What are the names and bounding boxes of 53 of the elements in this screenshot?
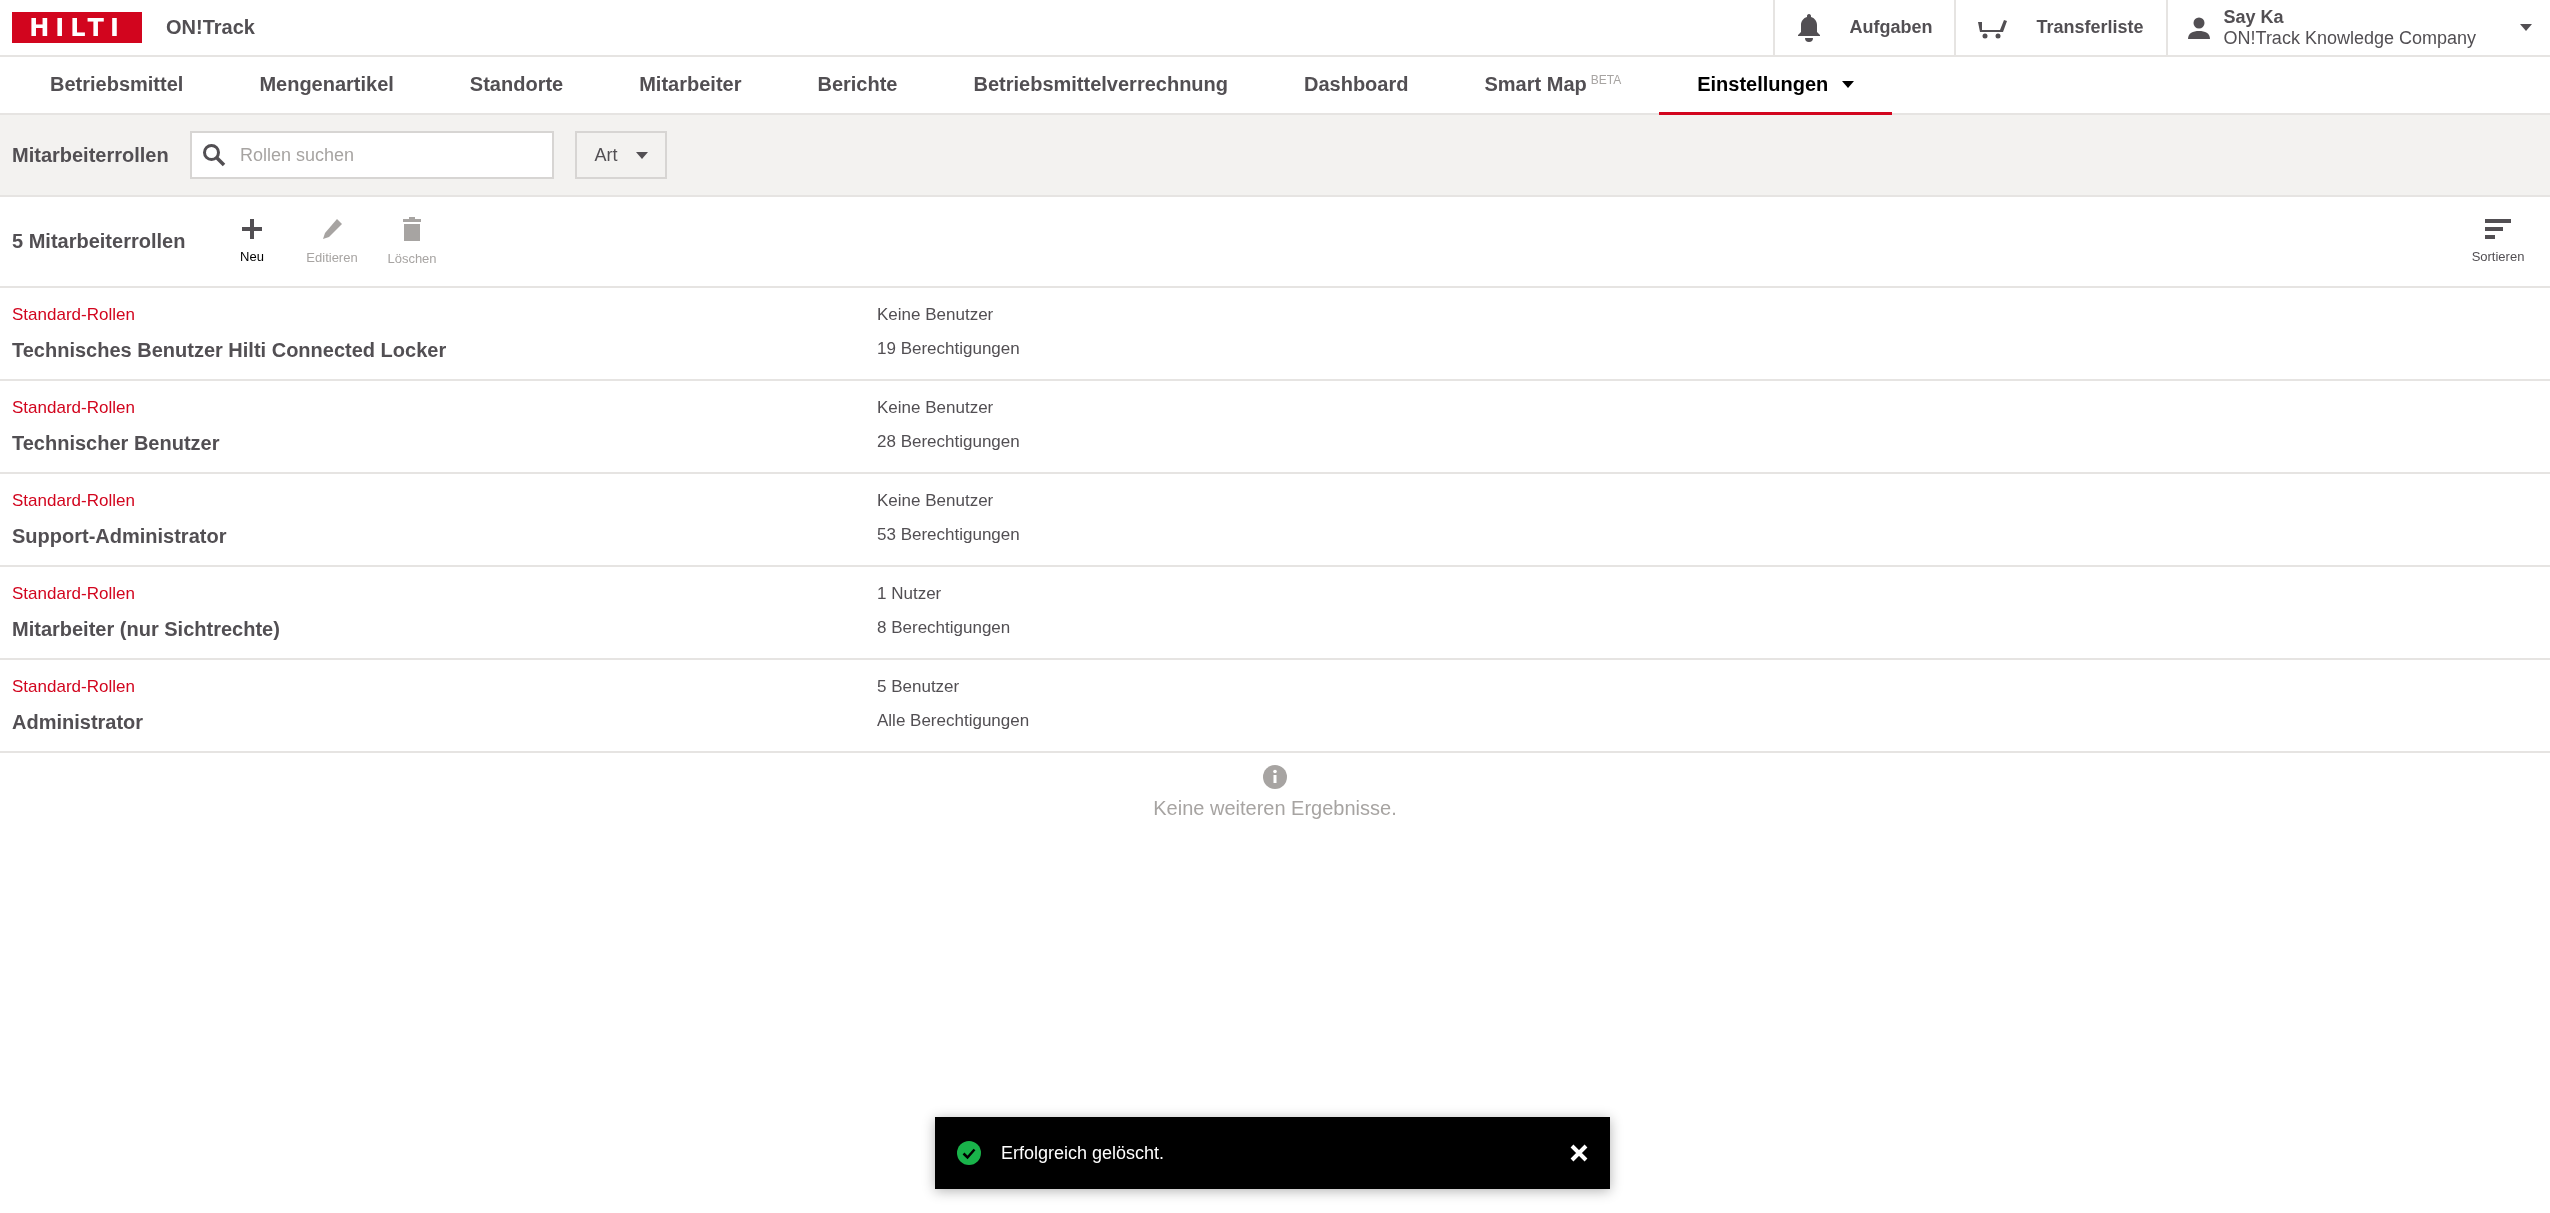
user-menu[interactable]: Say Ka ON!Track Knowledge Company [2165,0,2550,55]
user-count: Keine Benutzer [877,305,995,325]
nav-tab[interactable]: Standorte [431,57,602,115]
role-name[interactable]: Technisches Benutzer Hilti Connected Locker [12,339,877,362]
search-icon [202,143,226,167]
user-count: 5 Benutzer [877,677,961,697]
role-name[interactable]: Support-Administrator [12,525,877,548]
logo[interactable]: HILTI [12,12,142,43]
search-field[interactable]: Rollen suchen [190,131,554,179]
info-icon [1263,765,1287,789]
bell-icon [1797,13,1822,42]
toolbar-button[interactable]: Neu [212,219,292,264]
role-category: Standard-Rollen [12,398,136,418]
role-category: Standard-Rollen [12,305,136,325]
close-icon [1570,1144,1588,1162]
permission-count: Alle Berechtigungen [877,711,1031,732]
user-count: Keine Benutzer [877,398,995,418]
permission-count: 28 Berechtigungen [877,432,1021,453]
permission-count: 53 Berechtigungen [877,525,1021,546]
permission-count: 8 Berechtigungen [877,618,1012,639]
sort-icon [2485,219,2511,239]
app-name: ON!Track [166,16,255,39]
nav-tab[interactable]: Betriebsmittelverrechnung [935,57,1266,115]
no-more-results-text: Keine weiteren Ergebnisse. [1153,797,1397,820]
nav-tab[interactable]: Dashboard [1266,57,1447,115]
role-name[interactable]: Administrator [12,711,877,734]
header-link[interactable]: Aufgaben [1773,0,1955,55]
user-count: Keine Benutzer [877,491,995,511]
person-icon [2187,16,2210,39]
sort-button[interactable]: Sortieren [2458,219,2538,264]
plus-icon [242,219,262,239]
pencil-icon [321,218,343,240]
caret-icon [635,151,648,159]
check-circle-icon [957,1141,981,1165]
nav-tab[interactable]: Betriebsmittel [12,57,222,115]
nav-tab[interactable]: Berichte [779,57,936,115]
nav-tab[interactable]: Mitarbeiter [601,57,780,115]
role-category: Standard-Rollen [12,677,136,697]
role-category: Standard-Rollen [12,491,136,511]
trash-icon [403,217,421,241]
close-button[interactable] [1570,1144,1588,1162]
caret-icon [2520,24,2532,31]
role-name[interactable]: Technischer Benutzer [12,432,877,455]
user-count: 1 Nutzer [877,584,943,604]
type-filter-dropdown[interactable]: Art [575,131,667,179]
role-count: 5 Mitarbeiterrollen [12,230,187,253]
role-name[interactable]: Mitarbeiter (nur Sichtrechte) [12,618,877,641]
header-link[interactable]: Transferliste [1954,0,2166,55]
toast-message: Erfolgreich gelöscht. [1001,1142,1166,1164]
page-title: Mitarbeiterrollen [12,143,170,167]
nav-tab[interactable]: Mengenartikel [221,57,432,115]
permission-count: 19 Berechtigungen [877,339,1021,360]
role-category: Standard-Rollen [12,584,136,604]
